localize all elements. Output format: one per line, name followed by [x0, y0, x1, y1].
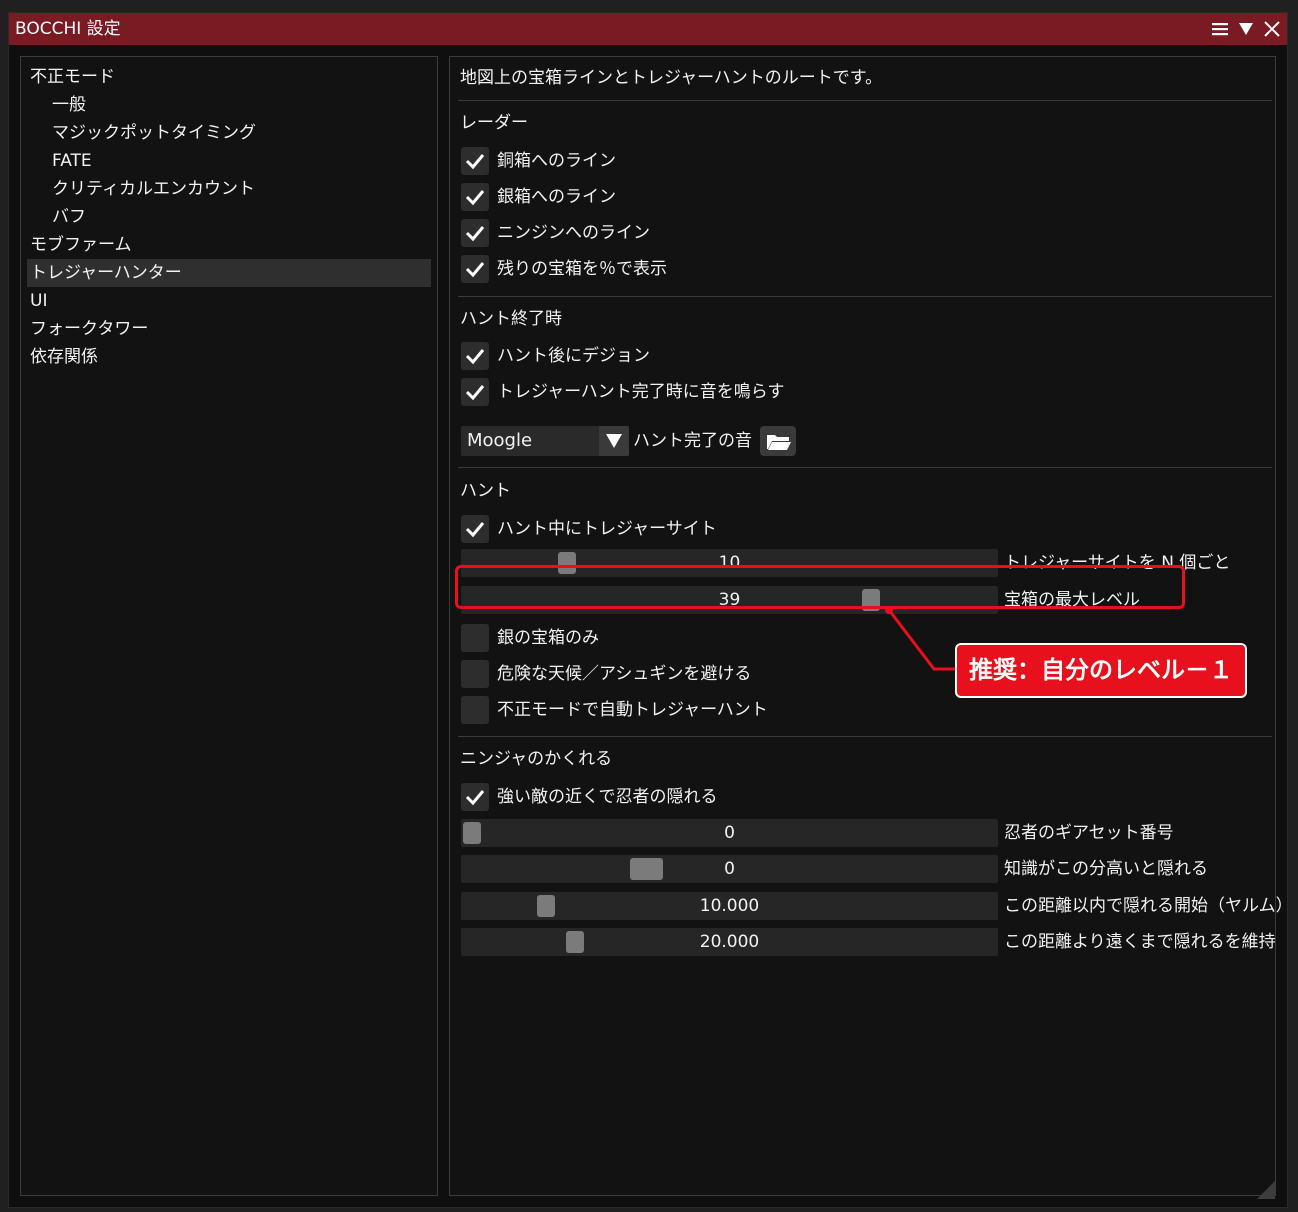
- checkbox-remaining-percent[interactable]: [461, 255, 489, 283]
- sound-select-value: Moogle: [467, 430, 533, 451]
- title-bar[interactable]: BOCCHI 設定: [9, 13, 1287, 45]
- checkbox-teleport-after-hunt[interactable]: [461, 342, 489, 370]
- divider: [458, 736, 1272, 737]
- folder-icon: [767, 435, 791, 450]
- checkmark-icon: [465, 226, 485, 242]
- checkbox-copper-chest-line[interactable]: [461, 147, 489, 175]
- checkbox-auto-treasure-hunt[interactable]: [461, 696, 489, 724]
- sidebar-item-treasure-hunter[interactable]: トレジャーハンター: [27, 259, 431, 287]
- slider-label: この距離以内で隠れる開始（ヤルム）: [1004, 896, 1293, 916]
- checkbox-label: 銀箱へのライン: [497, 187, 616, 207]
- settings-content: 地図上の宝箱ラインとトレジャーハントのルートです。 レーダー 銅箱へのライン 銀…: [449, 56, 1293, 1196]
- sidebar-item-cheat-mode[interactable]: 不正モード: [30, 63, 115, 91]
- sidebar-item-critical-encounter[interactable]: クリティカルエンカウント: [52, 175, 255, 203]
- radar-heading: レーダー: [460, 113, 528, 133]
- checkbox-label: 危険な天候／アシュギンを避ける: [497, 664, 752, 684]
- annotation-highlight: [455, 565, 1185, 609]
- sidebar-item-ui[interactable]: UI: [30, 287, 47, 315]
- menu-icon[interactable]: [1211, 20, 1229, 38]
- checkbox-label: トレジャーハント完了時に音を鳴らす: [497, 382, 785, 402]
- sidebar-item-fork-tower[interactable]: フォークタワー: [30, 315, 148, 343]
- checkmark-icon: [465, 154, 485, 170]
- checkbox-label: 銀の宝箱のみ: [497, 628, 599, 648]
- slider-hide-start-distance[interactable]: 10.000: [461, 892, 998, 920]
- slider-ninja-gearset[interactable]: 0: [461, 819, 998, 847]
- checkbox-label: 不正モードで自動トレジャーハント: [497, 700, 768, 720]
- checkbox-label: 強い敵の近くで忍者の隠れる: [497, 787, 718, 807]
- sidebar-item-general[interactable]: 一般: [52, 91, 86, 119]
- divider: [458, 467, 1272, 468]
- sound-select[interactable]: Moogle: [461, 426, 629, 456]
- sidebar-item-mob-farm[interactable]: モブファーム: [30, 231, 132, 259]
- checkbox-label: ニンジンへのライン: [497, 223, 650, 243]
- ninja-heading: ニンジャのかくれる: [460, 749, 613, 769]
- checkbox-carrot-line[interactable]: [461, 219, 489, 247]
- sound-label: ハント完了の音: [633, 431, 752, 451]
- window-title: BOCCHI 設定: [15, 19, 121, 39]
- checkbox-label: 残りの宝箱を％で表示: [497, 259, 667, 279]
- checkbox-treasure-sight-during-hunt[interactable]: [461, 515, 489, 543]
- checkmark-icon: [465, 190, 485, 206]
- open-folder-button[interactable]: [760, 426, 796, 456]
- slider-value: 0: [724, 823, 735, 843]
- chevron-down-icon[interactable]: [599, 426, 629, 456]
- slider-value: 20.000: [699, 932, 760, 952]
- sidebar-item-fate[interactable]: FATE: [52, 147, 92, 175]
- collapse-icon[interactable]: [1237, 20, 1255, 38]
- checkmark-icon: [465, 790, 485, 806]
- resize-grip-icon[interactable]: [1257, 1181, 1275, 1199]
- checkbox-ninja-hide-near-strong-enemies[interactable]: [461, 783, 489, 811]
- hunt-heading: ハント: [460, 481, 511, 501]
- slider-label: 知識がこの分高いと隠れる: [1004, 859, 1208, 879]
- checkbox-label: ハント中にトレジャーサイト: [497, 519, 717, 539]
- checkbox-play-sound-on-complete[interactable]: [461, 378, 489, 406]
- checkbox-silver-chest-line[interactable]: [461, 183, 489, 211]
- sidebar-item-buff[interactable]: バフ: [52, 203, 86, 231]
- divider: [458, 296, 1272, 297]
- checkmark-icon: [465, 349, 485, 365]
- slider-value: 0: [724, 859, 735, 879]
- sidebar-item-magic-pot-timing[interactable]: マジックポットタイミング: [52, 119, 256, 147]
- slider-hide-keep-distance[interactable]: 20.000: [461, 928, 998, 956]
- sidebar-item-dependencies[interactable]: 依存関係: [30, 343, 98, 371]
- title-icons: [1211, 13, 1281, 45]
- checkmark-icon: [465, 262, 485, 278]
- settings-sidebar: 不正モード 一般 マジックポットタイミング FATE クリティカルエンカウント …: [20, 56, 438, 1196]
- slider-label: 忍者のギアセット番号: [1004, 823, 1174, 843]
- hunt-end-heading: ハント終了時: [460, 309, 562, 329]
- checkbox-avoid-dangerous-weather[interactable]: [461, 660, 489, 688]
- checkmark-icon: [465, 522, 485, 538]
- slider-label: この距離より遠くまで隠れるを維持: [1004, 932, 1276, 952]
- annotation-callout: 推奨：自分のレベル－１: [955, 643, 1247, 698]
- checkbox-label: ハント後にデジョン: [497, 346, 650, 366]
- section-description: 地図上の宝箱ラインとトレジャーハントのルートです。: [460, 68, 883, 88]
- checkbox-silver-chest-only[interactable]: [461, 624, 489, 652]
- slider-value: 10.000: [699, 896, 760, 916]
- checkbox-label: 銅箱へのライン: [497, 151, 616, 171]
- checkmark-icon: [465, 385, 485, 401]
- close-icon[interactable]: [1263, 20, 1281, 38]
- slider-knowledge-threshold[interactable]: 0: [461, 855, 998, 883]
- settings-window: BOCCHI 設定 不正モード 一般 マジックポットタイミング FATE クリテ…: [8, 12, 1293, 1208]
- divider: [458, 100, 1272, 101]
